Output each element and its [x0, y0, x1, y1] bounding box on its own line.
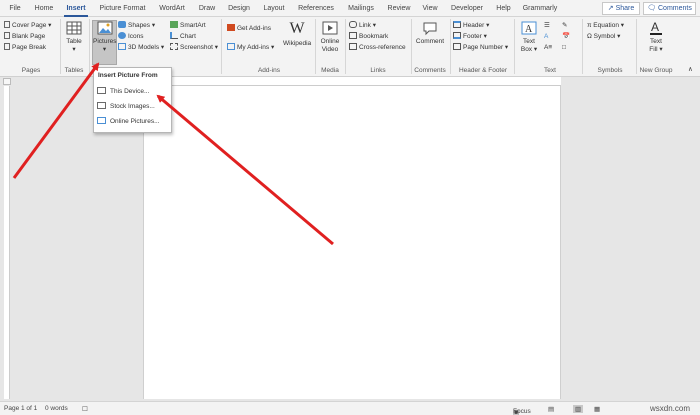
word-count[interactable]: 0 words	[45, 405, 68, 412]
arrow-to-pictures	[12, 62, 100, 179]
print-layout-icon[interactable]: ▥	[573, 405, 584, 413]
annotation-arrows	[12, 62, 334, 246]
watermark-text: wsxdn.com	[650, 404, 691, 413]
focus-label: Focus	[513, 408, 531, 415]
read-mode-icon[interactable]: ▤	[548, 405, 554, 413]
proofing-icon[interactable]: ☐	[82, 405, 88, 413]
web-layout-icon[interactable]: ▦	[594, 405, 600, 413]
page-count[interactable]: Page 1 of 1	[4, 405, 37, 412]
arrow-to-this-device	[156, 94, 334, 246]
status-bar: Page 1 of 1 0 words ☐ ▣ Focus ▤ ▥ ▦ wsxd…	[0, 401, 700, 415]
